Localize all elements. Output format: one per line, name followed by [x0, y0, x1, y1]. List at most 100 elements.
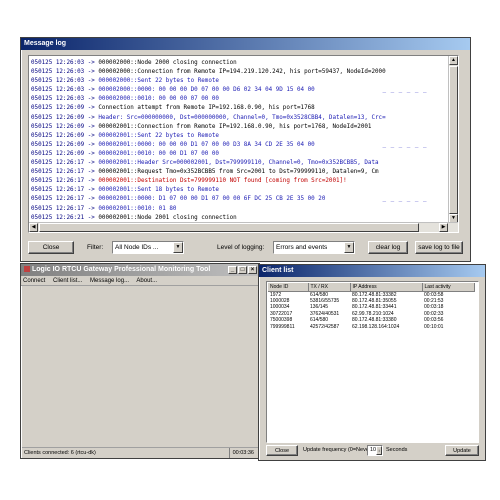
monitoring-tool-title: Logic IO RTCU Gateway Professional Monit…	[32, 266, 211, 273]
close-icon[interactable]: ×	[248, 266, 257, 274]
log-timestamp: 050125 12:26:17 ->	[31, 196, 95, 203]
message-log-text-area[interactable]: 050125 12:26:03 -> 000002000::Node 2000 …	[28, 55, 459, 233]
log-timestamp: 050125 12:26:21 ->	[31, 214, 95, 221]
scroll-thumb[interactable]	[449, 66, 458, 214]
level-dropdown-value: Errors and events	[276, 244, 328, 251]
message-log-titlebar[interactable]: Message log	[21, 38, 470, 50]
menu-connect[interactable]: Connect	[23, 278, 45, 284]
log-line: 050125 12:26:03 -> 000002000::Connection…	[31, 68, 449, 77]
log-message: Connection attempt from Remote IP=192.16…	[98, 105, 315, 112]
filter-dropdown[interactable]: All Node IDs ... ▼	[112, 241, 184, 254]
log-timestamp: 050125 12:26:09 ->	[31, 123, 95, 130]
log-message: 000002000::Connection from Remote IP=194…	[98, 69, 386, 76]
menu-bar: Connect Client list... Message log... Ab…	[21, 276, 259, 286]
log-message: 000002001::0010: 00 00 D1 07 00 00	[98, 150, 219, 157]
log-line: 050125 12:26:17 -> 000002001::Destinatio…	[31, 177, 449, 186]
chevron-down-icon[interactable]: ▼	[173, 242, 183, 253]
log-message: 000002001::Header Src=000002001, Dst=799…	[98, 160, 379, 167]
table-cell: 42572/42587	[310, 323, 340, 330]
log-line: 050125 12:26:09 -> 000002001::0000: 00 0…	[31, 141, 449, 150]
log-message: 000002001::0000: 00 00 00 D1 07 00 00 D3…	[98, 141, 315, 148]
log-timestamp: 050125 12:26:03 ->	[31, 78, 95, 85]
update-frequency-label: Update frequency (0=Never):	[303, 447, 375, 453]
table-row[interactable]: 799999811 42572/42587 62.198.128.164:1024 0…	[268, 324, 474, 330]
minimize-icon[interactable]: _	[228, 266, 237, 274]
log-line: 050125 12:26:09 -> Connection attempt fr…	[31, 104, 449, 113]
level-of-logging-label: Level of logging:	[217, 244, 265, 251]
client-table-body: 1972 614/580 80.172.48.81:33382 00:03:58 100…	[268, 291, 474, 330]
uptime-status: 00:03:36	[228, 448, 254, 458]
client-list-title: Client list	[262, 267, 294, 274]
log-timestamp: 050125 12:26:03 ->	[31, 69, 95, 76]
log-message: 000002000::Sent 22 bytes to Remote	[98, 78, 219, 85]
log-timestamp: 050125 12:26:17 ->	[31, 160, 95, 167]
log-timestamp: 050125 12:26:17 ->	[31, 187, 95, 194]
log-line: 050125 12:26:09 -> Header: Src=000000000…	[31, 114, 449, 123]
log-timestamp: 050125 12:26:09 ->	[31, 105, 95, 112]
log-line: 050125 12:26:03 -> 000002000::0010: 00 0…	[31, 95, 449, 104]
log-timestamp: 050125 12:26:03 ->	[31, 87, 95, 94]
log-message: 000002001::Destination Dst=799999110 NOT…	[98, 178, 347, 185]
table-cell: 614/580	[310, 291, 329, 298]
log-message: 000002001::Request Tmo=0x352BCBB5 from S…	[98, 169, 379, 176]
log-line: 050125 12:26:03 -> 000002000::Sent 22 by…	[31, 77, 449, 86]
log-line: 050125 12:26:03 -> 000002000::0000: 00 0…	[31, 86, 449, 95]
scroll-left-arrow-icon[interactable]: ◀	[29, 223, 38, 232]
filter-label: Filter:	[87, 244, 104, 251]
log-line: 050125 12:26:17 -> 000002001::Request Tm…	[31, 168, 449, 177]
spin-arrows-icon[interactable]: ↕	[376, 446, 382, 455]
mdi-client-area	[23, 288, 257, 447]
table-header-row: Node ID TX / RX IP Address Last activity	[268, 283, 475, 292]
filter-dropdown-value: All Node IDs ...	[115, 244, 159, 251]
client-table-view[interactable]: Node ID TX / RX IP Address Last activity…	[266, 281, 479, 443]
log-message: 000002000::0010: 00 00 00 07 00 00	[98, 96, 219, 103]
log-timestamp: 050125 12:26:03 ->	[31, 96, 95, 103]
log-message: 000002001::0000: D1 07 00 00 D1 07 00 00…	[98, 196, 326, 203]
update-frequency-spinner[interactable]: 10 ↕	[367, 445, 383, 456]
menu-client-list[interactable]: Client list...	[53, 278, 82, 284]
level-of-logging-dropdown[interactable]: Errors and events ▼	[273, 241, 355, 254]
column-header-last-activity[interactable]: Last activity	[422, 283, 475, 292]
clear-log-button[interactable]: clear log	[368, 241, 408, 254]
hscroll-thumb[interactable]	[39, 223, 419, 232]
table-cell: 80.172.48.81:33382	[352, 291, 397, 298]
table-cell: 00:10:01	[424, 323, 444, 330]
log-close-button[interactable]: Close	[28, 241, 74, 254]
column-header-ip-address[interactable]: IP Address	[350, 283, 423, 292]
maximize-icon[interactable]: □	[238, 266, 247, 274]
save-log-button[interactable]: save log to file	[415, 241, 463, 254]
ascii-dump-marker: _ _ _ _ _ _	[382, 141, 427, 148]
column-header-node-id[interactable]: Node ID	[268, 283, 309, 292]
monitoring-tool-titlebar[interactable]: Logic IO RTCU Gateway Professional Monit…	[21, 264, 259, 276]
client-list-titlebar[interactable]: Client list	[259, 265, 485, 277]
log-message: 000002000::Node 2000 closing connection	[98, 60, 237, 66]
client-list-close-button[interactable]: Close	[266, 445, 298, 456]
log-horizontal-scrollbar[interactable]: ◀ ▶	[29, 222, 458, 232]
scroll-right-arrow-icon[interactable]: ▶	[439, 223, 448, 232]
table-row[interactable]: 1972 614/580 80.172.48.81:33382 00:03:58	[268, 291, 474, 298]
log-vertical-scrollbar[interactable]: ▲ ▼	[448, 56, 458, 223]
log-line: 050125 12:26:17 -> 000002001::Sent 18 by…	[31, 186, 449, 195]
seconds-label: Seconds	[386, 447, 408, 453]
log-timestamp: 050125 12:26:17 ->	[31, 178, 95, 185]
menu-message-log[interactable]: Message log...	[90, 278, 129, 284]
log-timestamp: 050125 12:26:09 ->	[31, 132, 95, 139]
clients-connected-status: Clients connected: 6 (rtcu-dk)	[24, 450, 96, 456]
ascii-dump-marker: _ _ _ _ _ _	[382, 87, 427, 94]
update-button[interactable]: Update	[445, 445, 479, 456]
log-lines: 050125 12:26:03 -> 000002000::Node 2000 …	[31, 59, 449, 223]
scroll-up-arrow-icon[interactable]: ▲	[449, 56, 458, 65]
log-message: 000002001::Sent 18 bytes to Remote	[98, 187, 219, 194]
log-timestamp: 050125 12:26:17 ->	[31, 169, 95, 176]
log-line: 050125 12:26:09 -> 000002001::0010: 00 0…	[31, 150, 449, 159]
monitoring-tool-window: Logic IO RTCU Gateway Professional Monit…	[20, 263, 260, 459]
log-message: 000002000::0000: 00 00 00 D0 07 00 00 D6…	[98, 87, 315, 94]
log-message: 000002001::Sent 22 bytes to Remote	[98, 132, 219, 139]
message-log-title: Message log	[24, 40, 67, 47]
log-timestamp: 050125 12:26:09 ->	[31, 114, 95, 121]
menu-about[interactable]: About...	[136, 278, 157, 284]
table-cell: 799999811	[270, 323, 295, 330]
log-timestamp: 050125 12:26:17 ->	[31, 205, 95, 212]
chevron-down-icon[interactable]: ▼	[344, 242, 354, 253]
column-header-tx-rx[interactable]: TX / RX	[308, 283, 351, 292]
